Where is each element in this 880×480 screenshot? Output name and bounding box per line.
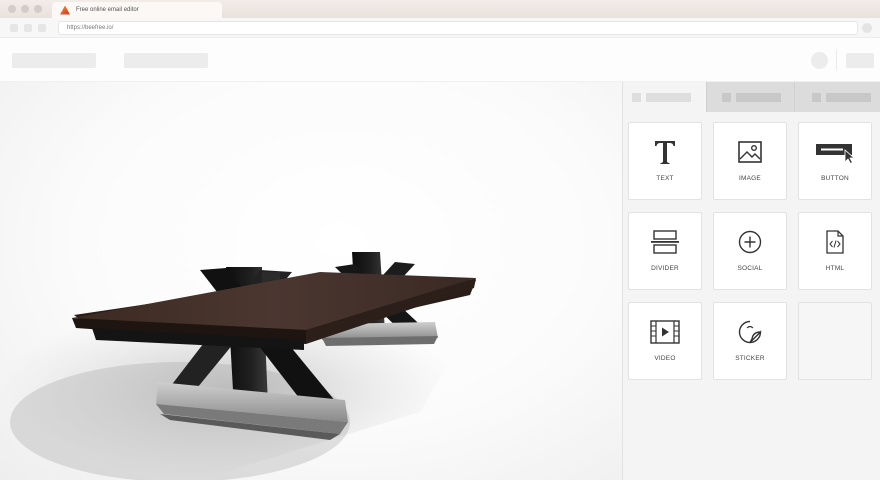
tab-content-icon: [632, 92, 641, 102]
content-block-sticker[interactable]: STICKER: [713, 302, 787, 380]
tab-rows-label-placeholder: [736, 92, 781, 102]
content-block-text[interactable]: TEXT: [628, 122, 702, 200]
text-icon: [629, 137, 701, 167]
sidebar-tabs: [623, 82, 880, 112]
trestle-dining-table-image: [0, 252, 476, 480]
sticker-icon: [714, 317, 786, 347]
divider-icon: [629, 227, 701, 257]
html-icon: [799, 227, 871, 257]
maximize-window-button[interactable]: [34, 5, 42, 13]
content-block-divider[interactable]: DIVIDER: [628, 212, 702, 290]
social-icon: [714, 227, 786, 257]
tile-label: TEXT: [656, 175, 674, 182]
browser-title-bar: Free online email editor: [0, 0, 880, 18]
extension-icon[interactable]: [862, 23, 872, 33]
back-button[interactable]: [10, 24, 18, 32]
url-bar[interactable]: https://beefree.io/: [58, 21, 858, 35]
content-block-html[interactable]: HTML: [798, 212, 872, 290]
tab-settings[interactable]: [794, 82, 880, 112]
tile-label: HTML: [825, 265, 845, 272]
tile-label: SOCIAL: [737, 265, 763, 272]
address-row: https://beefree.io/: [0, 18, 880, 38]
tab-rows[interactable]: [706, 82, 794, 112]
content-block-button[interactable]: BUTTON: [798, 122, 872, 200]
browser-tab[interactable]: Free online email editor: [52, 2, 222, 18]
tile-label: STICKER: [735, 355, 765, 362]
button-icon: [799, 137, 871, 167]
tab-content-label-placeholder: [646, 92, 691, 102]
toolbar-divider: [836, 50, 837, 70]
content-block-video[interactable]: VIDEO: [628, 302, 702, 380]
editor-canvas[interactable]: [0, 82, 622, 480]
bee-logo-icon: [60, 5, 70, 15]
toolbar-placeholder-right[interactable]: [846, 53, 874, 68]
toolbar-placeholder-left[interactable]: [12, 53, 96, 68]
content-block-image[interactable]: IMAGE: [713, 122, 787, 200]
empty-tile-slot: [798, 302, 872, 380]
image-icon: [714, 137, 786, 167]
tab-rows-icon: [722, 92, 731, 102]
minimize-window-button[interactable]: [21, 5, 29, 13]
reload-button[interactable]: [38, 24, 46, 32]
close-window-button[interactable]: [8, 5, 16, 13]
editor-toolbar: [0, 38, 880, 82]
tile-label: DIVIDER: [651, 265, 679, 272]
tile-label: IMAGE: [739, 175, 761, 182]
content-block-social[interactable]: SOCIAL: [713, 212, 787, 290]
video-icon: [629, 317, 701, 347]
tab-settings-label-placeholder: [826, 92, 871, 102]
tile-label: BUTTON: [821, 175, 849, 182]
content-sidebar: TEXT IMAGE BUTTON DIVIDER SOCIAL HTML VI…: [622, 82, 880, 480]
tab-content[interactable]: [623, 82, 706, 112]
tab-title: Free online email editor: [76, 7, 139, 13]
toolbar-placeholder-center[interactable]: [124, 53, 208, 68]
tile-label: VIDEO: [654, 355, 676, 362]
tab-settings-icon: [812, 92, 821, 102]
forward-button[interactable]: [24, 24, 32, 32]
toolbar-round-button[interactable]: [811, 52, 828, 69]
